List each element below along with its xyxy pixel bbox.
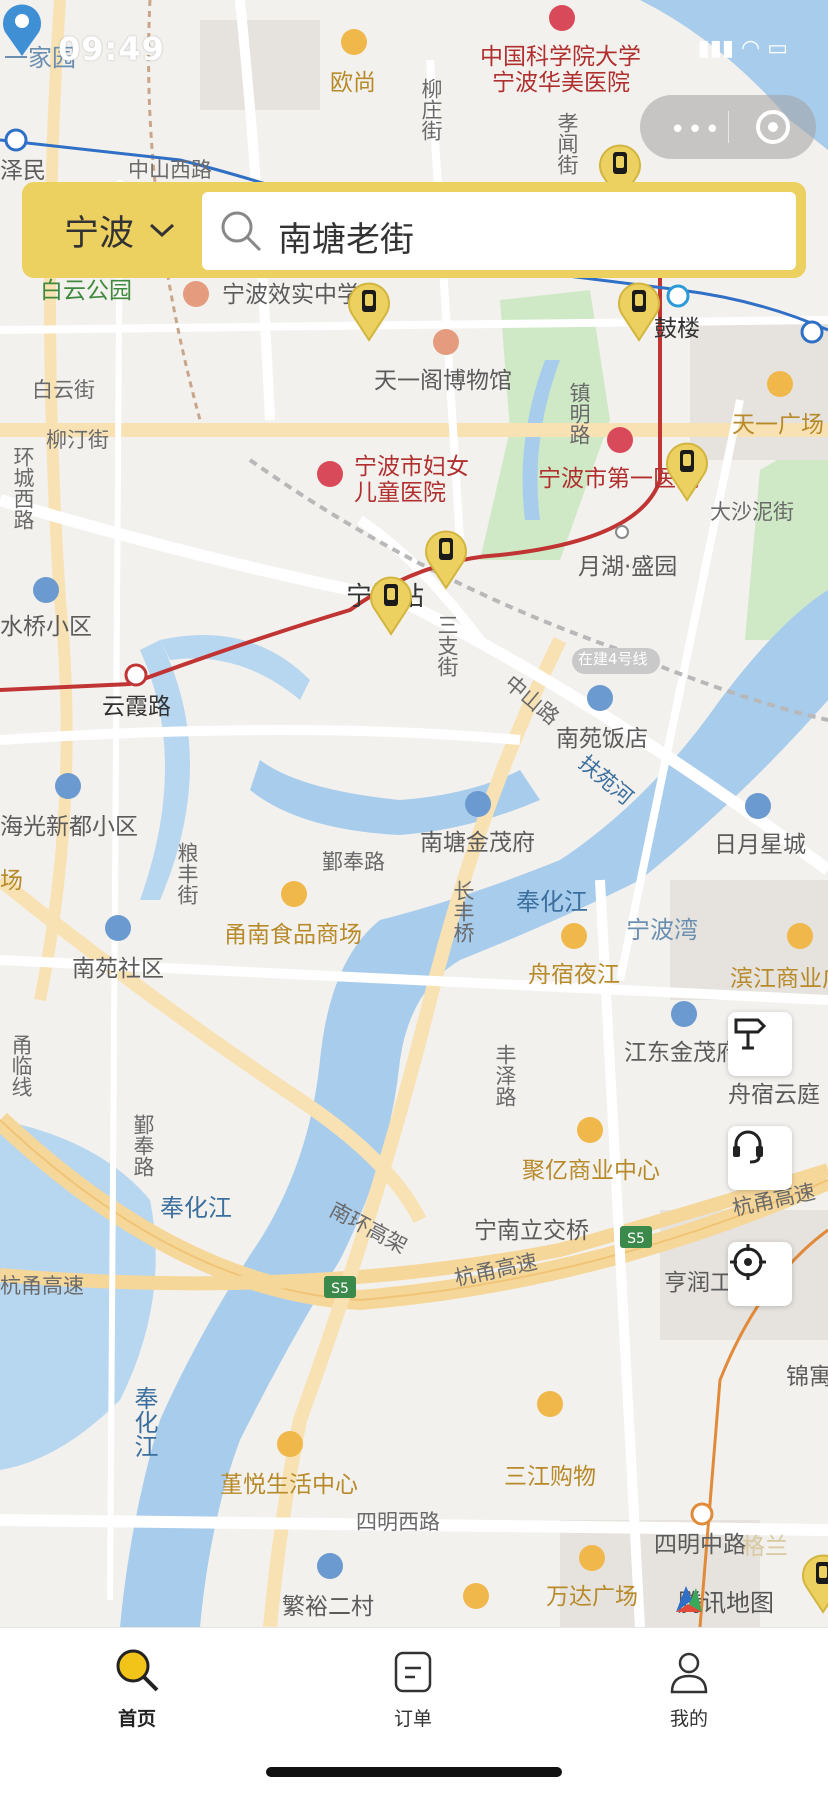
map-label: 三江购物 (504, 1464, 596, 1490)
map-label: 孝闻街 (555, 112, 579, 175)
map-label: 粮丰街 (175, 842, 199, 905)
signal-icon: ▮▮▮ (697, 36, 734, 61)
map-label: 儿童医院 (354, 480, 446, 506)
city-selector[interactable]: 宁波 (64, 202, 176, 258)
home-indicator (266, 1767, 562, 1777)
status-icons: ▮▮▮ ◠ ▭ (698, 36, 788, 61)
map-label: 大沙泥街 (710, 500, 794, 524)
order-icon (394, 1651, 432, 1693)
map-label: 四明西路 (356, 1510, 440, 1534)
map-label: 奉化江 (130, 1386, 158, 1458)
map-label: 甬南食品商场 (224, 922, 362, 948)
highway-shield-s5-west: S5 (331, 1281, 349, 1297)
map-label: 奉化江 (516, 888, 588, 916)
map-label: 繁裕二村 (282, 1594, 374, 1620)
map-label: 江东金茂府 (624, 1040, 739, 1066)
map-watermark: 腾讯地图 (672, 1582, 774, 1618)
wifi-icon: ◠ (741, 36, 761, 61)
close-mini-program-icon[interactable] (756, 110, 790, 144)
map-label: 宁波市妇女 (354, 454, 469, 480)
tab-label: 订单 (393, 1708, 432, 1730)
map-label: 宁波效实中学 (222, 282, 360, 308)
map-label: 舟宿云庭 (728, 1082, 820, 1108)
battery-icon: ▭ (767, 36, 788, 61)
locate-button[interactable] (728, 1242, 792, 1306)
service-button[interactable] (728, 1126, 792, 1190)
city-label: 宁波 (64, 213, 135, 254)
map-label: 杭甬高速 (0, 1274, 84, 1298)
map-label: 锦寓 (786, 1364, 828, 1390)
map-label: 柳汀街 (46, 428, 109, 452)
map-label: 丰泽路 (493, 1044, 517, 1107)
tab-label: 我的 (669, 1708, 708, 1730)
capsule-divider (728, 111, 729, 143)
search-header: 宁波 南塘老街 (22, 182, 806, 278)
tab-orders[interactable]: 订单 (353, 1638, 473, 1738)
map-label: 亨润工 (664, 1270, 733, 1296)
map-label: 云霞路 (102, 694, 171, 720)
route-button[interactable] (728, 1012, 792, 1076)
map-label: 环城西路 (11, 446, 35, 530)
map-label: 甬临线 (9, 1034, 33, 1097)
mini-program-capsule: ••• (640, 95, 816, 159)
map-label: 宁南立交桥 (474, 1218, 589, 1244)
tab-label: 首页 (117, 1708, 156, 1730)
signpost-icon (734, 1018, 767, 1050)
headset-icon (733, 1130, 763, 1164)
locker-pin-icon[interactable] (346, 278, 392, 342)
status-bar: 09:49 ▮▮▮ ◠ ▭ (0, 0, 828, 96)
map-label: 聚亿商业中心 (522, 1158, 660, 1184)
map-label: 中山西路 (128, 158, 212, 182)
map-label: 鄞奉路 (131, 1114, 155, 1177)
search-value: 南塘老街 (278, 220, 414, 260)
map-label: 三支街 (435, 614, 459, 677)
map-label: 日月星城 (714, 832, 806, 858)
map-label: 白云公园 (40, 278, 132, 304)
map-label: 天一阁博物馆 (374, 368, 512, 394)
locker-pin-icon[interactable] (616, 278, 662, 342)
map-label: 水桥小区 (0, 614, 92, 640)
search-input[interactable]: 南塘老街 (202, 192, 796, 270)
highway-shield-s5-east: S5 (627, 1231, 645, 1247)
map-label: 南苑社区 (72, 956, 164, 982)
map-label: 宁波湾 (626, 916, 698, 944)
map-label: 月湖·盛园 (578, 554, 678, 580)
map-label: 天一广场 (732, 412, 824, 438)
locker-pin-icon[interactable] (800, 1550, 828, 1614)
tab-home[interactable]: 首页 (77, 1638, 197, 1738)
map-label: 南苑饭店 (556, 726, 648, 752)
map-label: 鄞奉路 (322, 850, 385, 874)
tab-profile[interactable]: 我的 (629, 1638, 749, 1738)
map-label: 长丰桥 (451, 880, 475, 943)
map-label: 泽民 (0, 158, 46, 184)
map-label: 海光新都小区 (0, 814, 138, 840)
chevron-down-icon (150, 223, 175, 238)
locker-pin-icon[interactable] (664, 438, 710, 502)
map-label: 场 (0, 868, 23, 894)
locker-pin-icon[interactable] (368, 572, 414, 636)
map-label: 南塘金茂府 (420, 830, 535, 856)
search-icon (221, 211, 262, 252)
crosshair-icon (730, 1244, 766, 1280)
map-label: 格兰 (742, 1534, 788, 1560)
more-icon[interactable]: ••• (670, 117, 722, 143)
map-label: 堇悦生活中心 (220, 1472, 358, 1498)
map-label: 四明中路 (654, 1532, 746, 1558)
tencent-map-logo-icon (676, 1586, 702, 1612)
status-time: 09:49 (58, 30, 165, 68)
map-label: 在建4号线 (578, 650, 648, 668)
map-label: 万达广场 (546, 1584, 638, 1610)
map-label: 滨江商业广场 (730, 966, 828, 992)
user-icon (670, 1652, 708, 1694)
map-label: 奉化江 (160, 1194, 232, 1222)
map-label: 白云街 (32, 378, 95, 402)
map-label: 舟宿夜江 (528, 962, 620, 988)
locker-pin-icon[interactable] (423, 526, 469, 590)
map-label: 镇明路 (567, 382, 591, 445)
search-icon (116, 1649, 159, 1692)
